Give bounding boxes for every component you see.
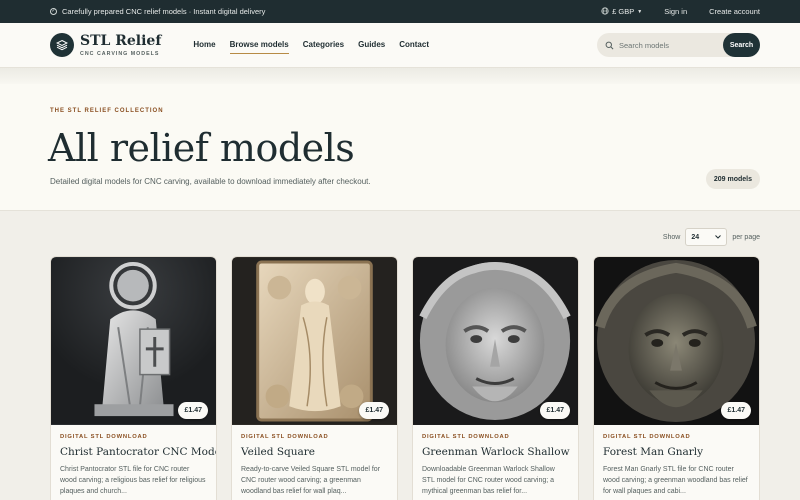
product-card[interactable]: £1.47 DIGITAL STL DOWNLOAD Veiled Square…	[231, 256, 398, 500]
price-badge: £1.47	[540, 402, 570, 419]
nav-guides[interactable]: Guides	[358, 36, 385, 54]
main-nav: Home Browse models Categories Guides Con…	[193, 36, 429, 54]
brand-tagline: CNC CARVING MODELS	[80, 50, 160, 57]
sign-in-link[interactable]: Sign in	[664, 7, 687, 16]
product-card[interactable]: £1.47 DIGITAL STL DOWNLOAD Christ Pantoc…	[50, 256, 217, 500]
product-image-greenman-warlock[interactable]: £1.47	[413, 257, 578, 425]
page-hero: THE STL RELIEF COLLECTION All relief mod…	[0, 68, 800, 211]
product-title[interactable]: Greenman Warlock Shallow	[422, 446, 570, 458]
site-logo[interactable]: STL Relief CNC CARVING MODELS	[50, 33, 161, 57]
currency-label: £ GBP	[612, 7, 635, 16]
nav-home[interactable]: Home	[193, 36, 215, 54]
product-type: DIGITAL STL DOWNLOAD	[603, 434, 691, 440]
price-badge: £1.47	[178, 402, 208, 419]
promo-text: Carefully prepared CNC relief models · I…	[62, 7, 266, 16]
per-page-select[interactable]: 24	[685, 228, 728, 246]
product-description: Ready-to-carve Veiled Square STL model f…	[241, 466, 381, 495]
search-input[interactable]: Search models	[619, 41, 669, 50]
product-title[interactable]: Christ Pantocrator CNC Model	[60, 446, 216, 458]
product-title[interactable]: Veiled Square	[241, 446, 388, 458]
price-badge: £1.47	[721, 402, 751, 419]
globe-icon	[601, 6, 609, 17]
product-image-christ[interactable]: £1.47	[51, 257, 216, 425]
check-circle-icon: ✓	[50, 8, 57, 15]
hero-top-stripe	[0, 68, 800, 84]
per-page-label: Show	[662, 233, 681, 241]
product-description: Forest Man Gnarly STL file for CNC route…	[603, 466, 748, 495]
hero-eyebrow: THE STL RELIEF COLLECTION	[50, 108, 164, 114]
per-page-control: Show 24 per page	[663, 228, 760, 246]
product-image-forest-man[interactable]: £1.47	[594, 257, 759, 425]
announcement-bar: ✓ Carefully prepared CNC relief models ·…	[0, 0, 800, 23]
chevron-down-icon	[715, 234, 722, 241]
model-count-badge: 209 models	[705, 169, 760, 189]
product-type: DIGITAL STL DOWNLOAD	[241, 434, 329, 440]
per-page-value: 24	[691, 233, 700, 241]
product-description: Christ Pantocrator STL file for CNC rout…	[60, 466, 206, 495]
search-bar: Search models Search	[597, 33, 760, 57]
site-header: STL Relief CNC CARVING MODELS Home Brows…	[0, 23, 800, 68]
price-badge: £1.47	[359, 402, 389, 419]
nav-browse-models[interactable]: Browse models	[229, 36, 289, 54]
search-button[interactable]: Search	[723, 33, 760, 57]
product-title[interactable]: Forest Man Gnarly	[603, 446, 750, 458]
product-card[interactable]: £1.47 DIGITAL STL DOWNLOAD Forest Man Gn…	[593, 256, 760, 500]
page-description: Detailed digital models for CNC carving,…	[50, 177, 371, 186]
brand-name: STL Relief	[80, 32, 162, 49]
chevron-down-icon: ▼	[637, 8, 643, 15]
currency-selector[interactable]: £ GBP ▼	[601, 6, 643, 17]
product-image-veiled-square[interactable]: £1.47	[232, 257, 397, 425]
product-grid: £1.47 DIGITAL STL DOWNLOAD Christ Pantoc…	[50, 256, 761, 500]
page-title: All relief models	[48, 126, 355, 170]
create-account-link[interactable]: Create account	[709, 7, 760, 16]
layers-icon	[50, 33, 74, 57]
search-icon	[605, 41, 614, 50]
nav-categories[interactable]: Categories	[303, 36, 344, 54]
nav-contact[interactable]: Contact	[399, 36, 429, 54]
promo-message: ✓ Carefully prepared CNC relief models ·…	[50, 7, 265, 16]
product-card[interactable]: £1.47 DIGITAL STL DOWNLOAD Greenman Warl…	[412, 256, 579, 500]
per-page-suffix: per page	[732, 233, 760, 241]
product-type: DIGITAL STL DOWNLOAD	[422, 434, 510, 440]
product-description: Downloadable Greenman Warlock Shallow ST…	[422, 466, 555, 495]
product-type: DIGITAL STL DOWNLOAD	[60, 434, 148, 440]
